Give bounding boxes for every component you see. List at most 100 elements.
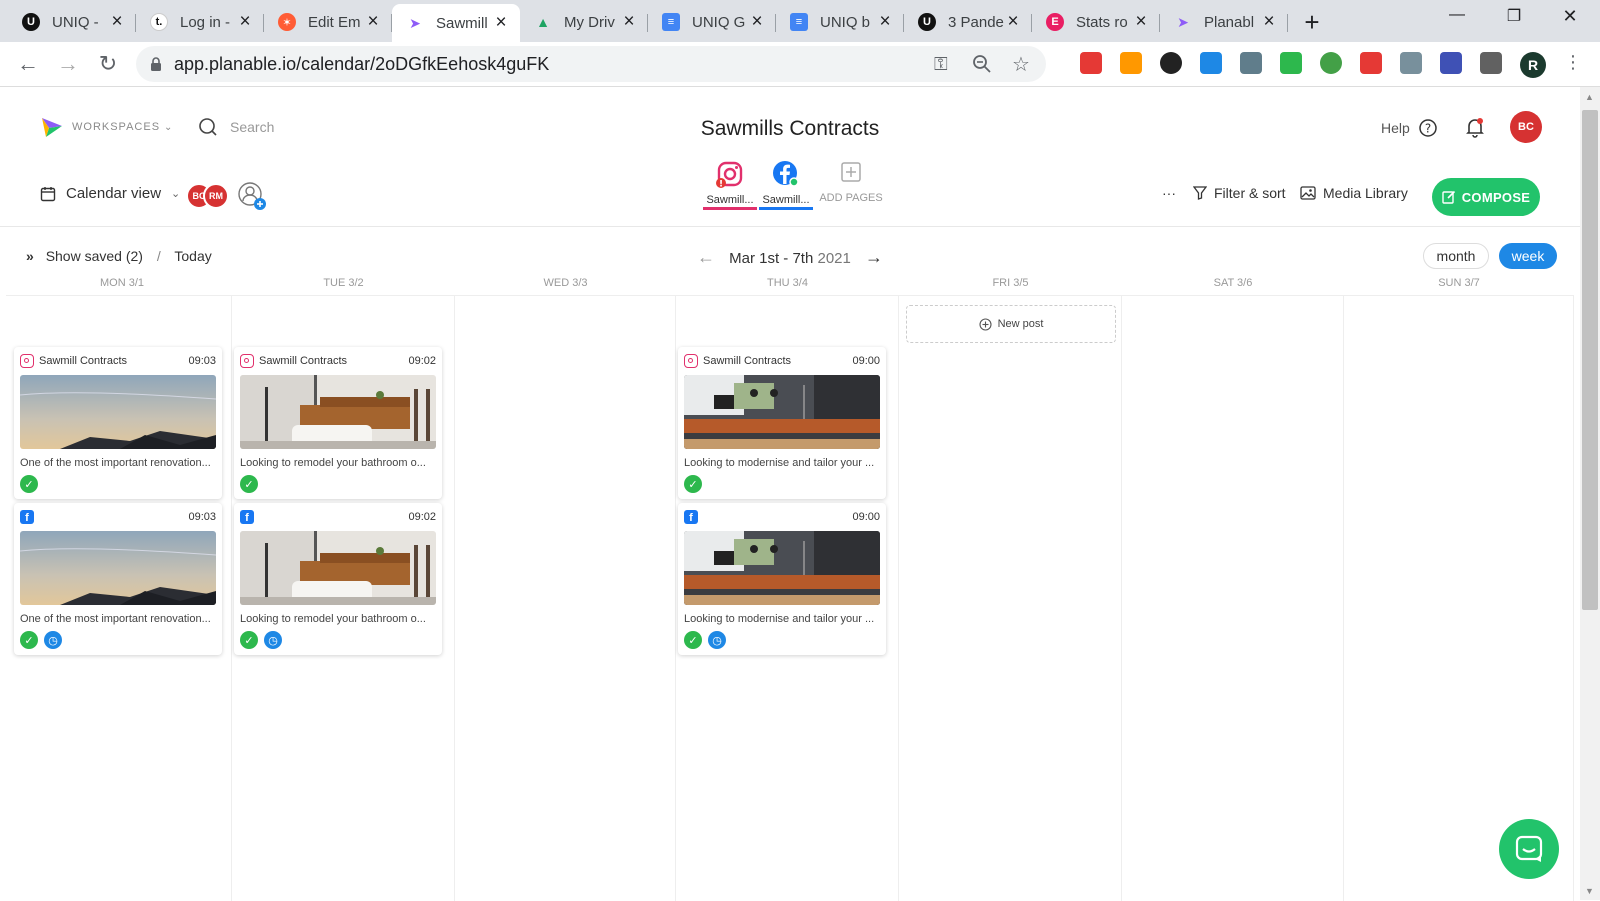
post-card[interactable]: f 09:00 Looking to modernise and tailor yo…: [678, 503, 886, 655]
key-icon[interactable]: ⚿: [934, 54, 948, 75]
scroll-down-arrow-icon[interactable]: ▼: [1585, 886, 1594, 896]
compose-button[interactable]: COMPOSE: [1432, 178, 1540, 216]
browser-tab[interactable]: ▲ My Driv ×: [520, 4, 648, 40]
adblock-extension-icon[interactable]: [1360, 52, 1382, 74]
day-column[interactable]: [899, 296, 1122, 901]
restore-icon[interactable]: ❐: [1494, 6, 1534, 26]
filter-sort-button[interactable]: Filter & sort: [1193, 185, 1286, 201]
help-button[interactable]: Help ?: [1381, 118, 1438, 138]
burst-extension-icon[interactable]: [1440, 52, 1462, 74]
omnibox[interactable]: app.planable.io/calendar/2oDGfkEehosk4gu…: [136, 46, 1046, 82]
post-status-icons: ✓ ◷: [20, 631, 216, 649]
month-toggle[interactable]: month: [1423, 243, 1489, 269]
new-tab-button[interactable]: +: [1294, 4, 1330, 40]
tab-close-icon[interactable]: ×: [364, 11, 382, 33]
svg-text:?: ?: [1425, 122, 1431, 136]
tab-close-icon[interactable]: ×: [236, 11, 254, 33]
browser-menu-icon[interactable]: ⋮: [1564, 52, 1582, 73]
tab-title: UNIQ G: [692, 13, 746, 31]
media-library-label: Media Library: [1323, 185, 1408, 201]
day-column[interactable]: [1344, 296, 1574, 901]
browser-tab[interactable]: ➤ Sawmill ×: [392, 4, 520, 42]
browser-tab[interactable]: ✶ Edit Em ×: [264, 4, 392, 40]
browser-tab[interactable]: ≡ UNIQ G ×: [648, 4, 776, 40]
post-card[interactable]: Sawmill Contracts 09:00 Looking to moderni…: [678, 347, 886, 499]
tab-close-icon[interactable]: ×: [620, 11, 638, 33]
profile-avatar[interactable]: R: [1520, 52, 1546, 78]
pd-extension-icon[interactable]: [1280, 52, 1302, 74]
chat-extension-icon[interactable]: [1240, 52, 1262, 74]
post-status-icons: ✓ ◷: [684, 631, 880, 649]
post-card[interactable]: Sawmill Contracts 09:03 One of the most im…: [14, 347, 222, 499]
browser-tab[interactable]: U 3 Pande ×: [904, 4, 1032, 40]
page-tab-facebook[interactable]: Sawmill...: [759, 160, 813, 210]
tab-close-icon[interactable]: ×: [108, 11, 126, 33]
user-avatar[interactable]: BC: [1510, 111, 1542, 143]
day-header: SUN 3/7: [1438, 277, 1480, 289]
post-caption: Looking to modernise and tailor your ...: [684, 613, 875, 625]
scheduled-clock-icon: ◷: [708, 631, 726, 649]
scroll-up-arrow-icon[interactable]: ▲: [1585, 92, 1594, 102]
page-tab-label: Sawmill...: [706, 194, 754, 206]
page-scrollbar-thumb[interactable]: [1582, 110, 1598, 610]
reload-icon[interactable]: ↻: [88, 51, 128, 77]
tab-title: 3 Pande: [948, 13, 1004, 31]
tab-close-icon[interactable]: ×: [1004, 11, 1022, 33]
scheduled-clock-icon: ◷: [264, 631, 282, 649]
post-status-icons: ✓ ◷: [240, 631, 436, 649]
back-icon[interactable]: ←: [8, 51, 48, 77]
browser-tab[interactable]: ≡ UNIQ b ×: [776, 4, 904, 40]
k-extension-icon[interactable]: [1160, 52, 1182, 74]
tab-close-icon[interactable]: ×: [1132, 11, 1150, 33]
instagram-icon: [20, 354, 34, 368]
add-pages-button[interactable]: ADD PAGES: [815, 160, 887, 210]
tab-close-icon[interactable]: ×: [876, 11, 894, 33]
post-card[interactable]: f 09:03 One of the most important renovati…: [14, 503, 222, 655]
tab-close-icon[interactable]: ×: [492, 12, 510, 34]
previous-week-arrow-icon[interactable]: ←: [697, 247, 715, 267]
code-extension-icon[interactable]: [1400, 52, 1422, 74]
instagram-icon: [684, 354, 698, 368]
day-column[interactable]: [1122, 296, 1344, 901]
tab-favicon-icon: ➤: [1177, 13, 1189, 30]
bookmark-star-icon[interactable]: ☆: [1012, 52, 1030, 77]
puzzle-extension-icon[interactable]: [1480, 52, 1502, 74]
more-options-button[interactable]: ···: [1162, 185, 1176, 201]
image-icon: [1300, 186, 1316, 200]
browser-tab[interactable]: ➤ Planabl ×: [1160, 4, 1288, 40]
calendar-extension-icon[interactable]: [1200, 52, 1222, 74]
tab-close-icon[interactable]: ×: [748, 11, 766, 33]
grammarly-extension-icon[interactable]: [1320, 52, 1342, 74]
post-time: 09:03: [188, 355, 216, 367]
analytics-extension-icon[interactable]: [1120, 52, 1142, 74]
forward-icon[interactable]: →: [48, 51, 88, 77]
tab-title: UNIQ b: [820, 13, 871, 31]
post-card[interactable]: Sawmill Contracts 09:02 Looking to remodel…: [234, 347, 442, 499]
post-card[interactable]: f 09:02 Looking to remodel your bathroom o…: [234, 503, 442, 655]
minimize-icon[interactable]: —: [1437, 6, 1477, 24]
next-week-arrow-icon[interactable]: →: [865, 247, 883, 267]
close-window-icon[interactable]: ✕: [1550, 6, 1590, 27]
week-toggle[interactable]: week: [1499, 243, 1557, 269]
browser-tab[interactable]: U UNIQ - ×: [8, 4, 136, 40]
plus-circle-icon: [979, 317, 992, 331]
member-avatar[interactable]: RM: [203, 183, 229, 209]
chat-launcher-button[interactable]: [1499, 819, 1559, 879]
browser-tab[interactable]: E Stats ro ×: [1032, 4, 1160, 40]
notification-bell-icon[interactable]: [1464, 116, 1486, 138]
tab-favicon-icon: ≡: [790, 13, 808, 31]
tab-title: Log in -: [180, 13, 231, 31]
url-text: app.planable.io/calendar/2oDGfkEehosk4gu…: [174, 53, 550, 74]
zoom-icon[interactable]: [972, 54, 992, 74]
gmail-checker-extension-icon[interactable]: [1080, 52, 1102, 74]
add-member-icon[interactable]: [237, 181, 267, 211]
day-column[interactable]: [455, 296, 676, 901]
calendar-view-dropdown[interactable]: Calendar view ⌄: [40, 185, 180, 202]
tab-close-icon[interactable]: ×: [1260, 11, 1278, 33]
media-library-button[interactable]: Media Library: [1300, 185, 1408, 201]
new-post-button[interactable]: New post: [906, 305, 1116, 343]
chevron-down-icon: ⌄: [171, 188, 181, 200]
page-tab-instagram[interactable]: ! Sawmill...: [703, 160, 757, 210]
post-time: 09:03: [188, 511, 216, 523]
browser-tab[interactable]: t. Log in - ×: [136, 4, 264, 40]
